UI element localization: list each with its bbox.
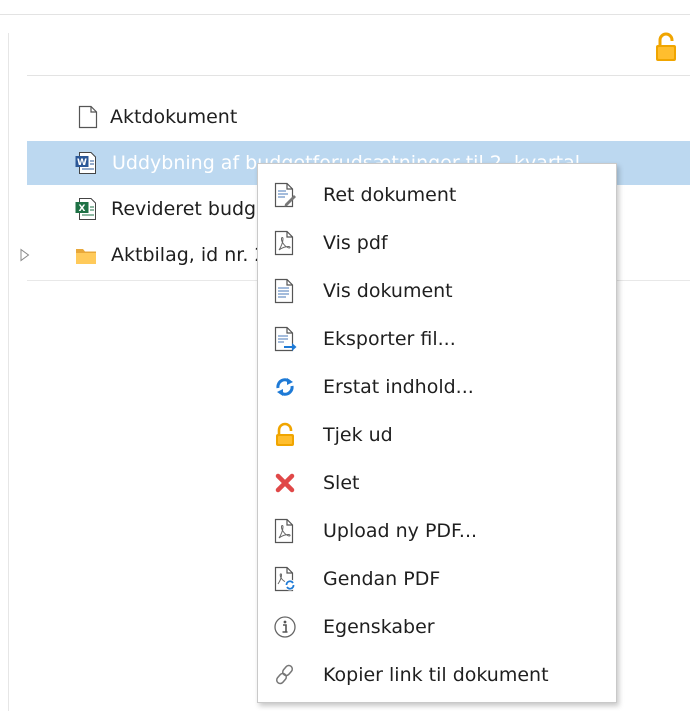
document-icon	[274, 278, 294, 304]
menu-item-gendan-pdf[interactable]: Gendan PDF	[258, 555, 616, 603]
unlocked-padlock-icon	[276, 422, 294, 446]
menu-item-label: Kopier link til dokument	[323, 664, 549, 686]
info-icon	[274, 616, 296, 638]
menu-item-label: Egenskaber	[323, 616, 435, 638]
menu-item-label: Slet	[323, 472, 360, 494]
menu-item-label: Gendan PDF	[323, 568, 441, 590]
menu-item-ret-dokument[interactable]: Ret dokument	[258, 171, 616, 219]
edit-document-icon	[274, 182, 296, 208]
menu-item-egenskaber[interactable]: Egenskaber	[258, 603, 616, 651]
menu-item-label: Vis dokument	[323, 280, 453, 302]
svg-text:X: X	[79, 204, 86, 214]
pdf-icon	[274, 230, 294, 256]
unlocked-padlock-icon[interactable]	[653, 31, 679, 63]
tree-row-aktdokument[interactable]: Aktdokument	[27, 95, 690, 139]
tree-row-label: Aktdokument	[110, 106, 238, 128]
menu-item-label: Vis pdf	[323, 232, 388, 254]
expand-triangle-icon[interactable]	[19, 248, 31, 262]
menu-item-erstat-indhold[interactable]: Erstat indhold...	[258, 363, 616, 411]
header-divider	[27, 75, 690, 76]
excel-document-icon: X	[75, 198, 96, 220]
blank-document-icon	[78, 105, 98, 129]
menu-item-vis-pdf[interactable]: Vis pdf	[258, 219, 616, 267]
menu-item-upload-ny-pdf[interactable]: Upload ny PDF...	[258, 507, 616, 555]
menu-item-tjek-ud[interactable]: Tjek ud	[258, 411, 616, 459]
delete-x-icon	[275, 473, 295, 493]
menu-item-eksporter-fil[interactable]: Eksporter fil...	[258, 315, 616, 363]
menu-item-vis-dokument[interactable]: Vis dokument	[258, 267, 616, 315]
menu-item-slet[interactable]: Slet	[258, 459, 616, 507]
menu-item-label: Tjek ud	[323, 424, 393, 446]
svg-text:W: W	[77, 158, 87, 168]
left-divider	[8, 33, 9, 711]
pdf-icon	[274, 518, 294, 544]
menu-item-kopier-link[interactable]: Kopier link til dokument	[258, 651, 616, 699]
menu-item-label: Erstat indhold...	[323, 376, 474, 398]
context-menu: Ret dokument Vis pdf Vis dokument Ekspor…	[257, 163, 617, 703]
replace-icon	[276, 378, 294, 396]
menu-item-label: Eksporter fil...	[323, 328, 456, 350]
menu-item-label: Upload ny PDF...	[323, 520, 478, 542]
word-document-icon: W	[75, 152, 96, 174]
export-document-icon	[274, 326, 297, 352]
restore-pdf-icon	[274, 566, 296, 592]
tree-row-label: Revideret budget	[111, 198, 276, 220]
menu-item-label: Ret dokument	[323, 184, 457, 206]
top-divider	[0, 14, 690, 15]
link-icon	[275, 664, 294, 685]
folder-icon	[76, 249, 96, 264]
